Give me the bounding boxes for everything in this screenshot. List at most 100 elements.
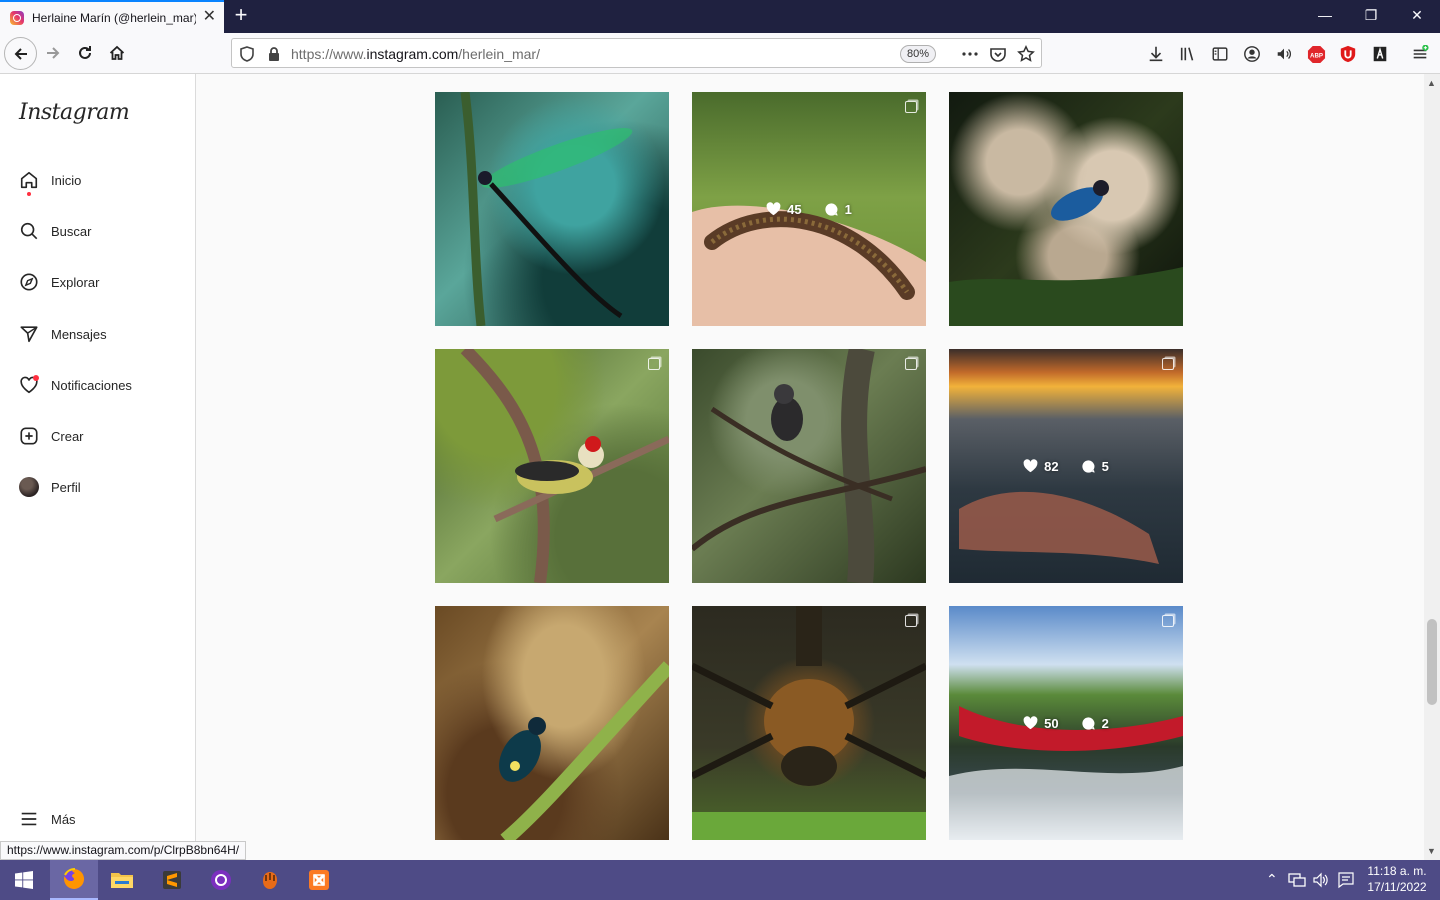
- nav-label: Más: [51, 811, 76, 827]
- send-icon: [18, 323, 40, 345]
- back-button[interactable]: [4, 37, 37, 70]
- nav-mensajes[interactable]: Mensajes: [18, 321, 107, 347]
- volume-icon[interactable]: [1312, 872, 1330, 888]
- taskbar-app-mitt[interactable]: [246, 860, 294, 900]
- nav-label: Perfil: [51, 479, 81, 495]
- comment-icon: [1081, 459, 1095, 473]
- multiple-posts-icon: [905, 358, 917, 370]
- ublock-icon[interactable]: [1338, 44, 1358, 64]
- nav-buscar[interactable]: Buscar: [18, 218, 91, 244]
- post-dragonfly[interactable]: [435, 92, 669, 326]
- link-status-url: https://www.instagram.com/p/ClrpB8bn64H/: [0, 841, 247, 860]
- post-blue-beetle[interactable]: [435, 606, 669, 840]
- nav-mas[interactable]: Más: [18, 806, 76, 832]
- nav-label: Buscar: [51, 223, 92, 239]
- url-path: /herlein_mar/: [458, 46, 540, 62]
- xampp-icon: [309, 870, 329, 890]
- url-bar[interactable]: https://www.instagram.com/herlein_mar/ 8…: [231, 38, 1042, 68]
- multiple-posts-icon: [648, 358, 660, 370]
- tab-close-icon[interactable]: ✕: [203, 9, 216, 25]
- dragonfly-photo: [460, 92, 633, 326]
- post-red-crowned-bird[interactable]: [435, 349, 669, 583]
- spider-photo: [692, 606, 926, 840]
- post-hover-stats: 82 5: [949, 349, 1183, 583]
- account-icon[interactable]: [1242, 44, 1262, 64]
- taskbar-xampp[interactable]: [295, 860, 343, 900]
- taskbar-sublime-text[interactable]: [148, 860, 196, 900]
- speaker-icon[interactable]: [1274, 44, 1294, 64]
- post-whip-spider[interactable]: [692, 606, 926, 840]
- windows-taskbar: ⌃ 11:18 a. m. 17/11/2022: [0, 860, 1440, 900]
- post-river-hammock[interactable]: 50 2: [949, 606, 1183, 840]
- nav-label: Inicio: [51, 172, 82, 188]
- home-button[interactable]: [102, 38, 132, 68]
- bird-photo: [949, 180, 1183, 326]
- download-icon[interactable]: [1146, 44, 1166, 64]
- nav-label: Notificaciones: [51, 377, 132, 393]
- arrow-right-icon: [47, 47, 60, 59]
- network-icon[interactable]: [1288, 872, 1306, 888]
- shield-icon[interactable]: [238, 45, 256, 63]
- avatar: [18, 476, 40, 498]
- post-blue-bird-flowers[interactable]: [949, 92, 1183, 326]
- nav-perfil[interactable]: Perfil: [18, 474, 81, 500]
- reload-button[interactable]: [70, 38, 100, 68]
- notifications-icon[interactable]: [1337, 871, 1355, 889]
- clock-time: 11:18 a. m.: [1367, 864, 1427, 878]
- post-hover-stats: 45 1: [692, 92, 926, 326]
- comments-count: 2: [1101, 715, 1109, 731]
- hamburger-menu-icon[interactable]: [1410, 44, 1430, 64]
- clock-date: 17/11/2022: [1367, 880, 1427, 894]
- system-clock[interactable]: 11:18 a. m. 17/11/2022: [1360, 863, 1434, 895]
- sidebar-toggle-icon[interactable]: [1210, 44, 1230, 64]
- taskbar-github-desktop[interactable]: [197, 860, 245, 900]
- scroll-down-arrow-icon[interactable]: ▼: [1427, 846, 1436, 856]
- new-tab-button[interactable]: +: [230, 4, 252, 26]
- more-actions-icon[interactable]: [961, 45, 979, 63]
- home-icon: [18, 169, 40, 196]
- extension-icon[interactable]: [1370, 44, 1390, 64]
- nav-inicio[interactable]: Inicio: [18, 167, 82, 196]
- plus-square-icon: [18, 425, 40, 447]
- comments-count: 5: [1101, 458, 1109, 474]
- tray-chevron-up-icon[interactable]: ⌃: [1266, 871, 1278, 888]
- reload-icon: [79, 46, 91, 59]
- pocket-icon[interactable]: [989, 45, 1007, 63]
- scroll-up-arrow-icon[interactable]: ▲: [1427, 78, 1436, 88]
- post-monkey-in-tree[interactable]: [692, 349, 926, 583]
- post-sunset-beach[interactable]: 82 5: [949, 349, 1183, 583]
- post-lizard-on-hand[interactable]: 45 1: [692, 92, 926, 326]
- minimize-button[interactable]: —: [1302, 0, 1348, 33]
- profile-post-grid: 45 1 82 5 50 2: [196, 74, 1424, 860]
- beetle-photo: [499, 661, 669, 840]
- forward-button[interactable]: [38, 38, 68, 68]
- folder-icon: [111, 873, 133, 888]
- comment-icon: [1081, 716, 1095, 730]
- close-window-button[interactable]: ✕: [1394, 0, 1440, 33]
- lock-icon[interactable]: [265, 45, 283, 63]
- scrollbar-thumb[interactable]: [1427, 619, 1437, 705]
- nav-crear[interactable]: Crear: [18, 423, 84, 449]
- url-prefix: https://www.: [291, 46, 367, 62]
- page-scrollbar[interactable]: ▲ ▼: [1424, 74, 1440, 860]
- restore-button[interactable]: ❐: [1348, 0, 1394, 33]
- taskbar-firefox[interactable]: [50, 860, 98, 900]
- bookmark-star-icon[interactable]: [1017, 45, 1035, 63]
- zoom-badge[interactable]: 80%: [900, 45, 937, 63]
- adblock-plus-icon[interactable]: ABP: [1306, 44, 1326, 64]
- nav-label: Explorar: [51, 274, 100, 290]
- heart-icon: [1023, 459, 1038, 473]
- browser-tab-active[interactable]: Herlaine Marín (@herlein_mar) ✕: [0, 0, 224, 33]
- tab-title: Herlaine Marín (@herlein_mar): [32, 10, 196, 25]
- taskbar-file-explorer[interactable]: [98, 860, 146, 900]
- nav-notificaciones[interactable]: Notificaciones: [18, 372, 132, 398]
- svg-text:ABP: ABP: [1310, 52, 1323, 59]
- url-text[interactable]: https://www.instagram.com/herlein_mar/: [291, 46, 540, 62]
- nav-explorar[interactable]: Explorar: [18, 269, 99, 295]
- instagram-sidebar: Instagram Inicio Buscar Explorar Mensaje…: [0, 74, 196, 860]
- heart-icon: [766, 202, 781, 216]
- instagram-logo[interactable]: Instagram: [19, 100, 130, 125]
- start-button[interactable]: [0, 860, 48, 900]
- library-icon[interactable]: [1178, 44, 1198, 64]
- arrow-left-icon: [14, 47, 27, 60]
